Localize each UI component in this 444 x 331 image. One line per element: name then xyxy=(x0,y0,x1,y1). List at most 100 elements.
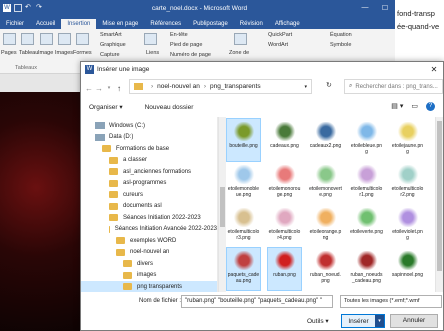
nav-tree-item[interactable]: Séances Initiation 2022-2023 xyxy=(81,212,217,223)
file-type-select[interactable]: Toutes les images (*.emf;*.wmf xyxy=(340,295,442,308)
nav-tree-item[interactable]: cureurs xyxy=(81,189,217,200)
file-grid[interactable]: bouteille.png cadeaux.png cadeaux2.png etoi… xyxy=(225,117,433,292)
tab-fichier[interactable]: Fichier xyxy=(0,19,31,29)
files-scrollbar-thumb[interactable] xyxy=(437,121,442,271)
organize-button[interactable]: Organiser ▾ xyxy=(89,103,123,111)
save-icon[interactable] xyxy=(14,4,22,12)
liens-button[interactable]: Liens xyxy=(146,50,159,56)
file-tile[interactable]: etoilebleue.png xyxy=(350,119,383,161)
smartart-button[interactable]: SmartArt xyxy=(100,32,122,38)
nav-tree-item[interactable]: a classer xyxy=(81,155,217,166)
search-input[interactable]: ⌕ Rechercher dans : png_trans... xyxy=(344,79,443,94)
links-icon[interactable] xyxy=(144,33,157,45)
cancel-button[interactable]: Annuler xyxy=(390,314,438,328)
capture-button[interactable]: Capture xyxy=(100,52,120,58)
table-icon[interactable] xyxy=(21,33,34,45)
dialog-close-button[interactable]: ✕ xyxy=(425,65,443,74)
preview-pane-icon[interactable]: ▭ xyxy=(411,102,418,111)
nav-tree-item[interactable]: noel-nouvel an xyxy=(81,247,217,258)
file-tile[interactable]: etoilemulticolor4.png xyxy=(268,205,301,247)
file-tile[interactable]: etoilemonobleue.png xyxy=(227,162,260,204)
nav-tree-item[interactable]: documents asl xyxy=(81,201,217,212)
entete-button[interactable]: En-tête xyxy=(170,32,188,38)
image-button[interactable]: Image xyxy=(38,50,53,56)
tab-affichage[interactable]: Affichage xyxy=(269,19,306,29)
nav-tree-item[interactable]: Data (D:) xyxy=(81,132,217,143)
file-tile[interactable]: etoilejaune.png xyxy=(391,119,424,161)
tab-publipostage[interactable]: Publipostage xyxy=(187,19,234,29)
nav-tree-item[interactable]: png transparents xyxy=(81,281,217,292)
file-tile[interactable]: cadeaux.png xyxy=(268,119,301,161)
tab-insertion[interactable]: Insertion xyxy=(61,19,97,29)
tab-revision[interactable]: Révision xyxy=(234,19,269,29)
file-tile[interactable]: etoilemonoverte.png xyxy=(309,162,342,204)
image-thumbnail-icon xyxy=(396,122,419,141)
images-button[interactable]: Images xyxy=(55,50,73,56)
help-icon[interactable]: ? xyxy=(426,102,435,111)
file-tile[interactable]: etoileverte.png xyxy=(350,205,383,247)
file-tile[interactable]: ruban.png xyxy=(267,247,302,291)
image-icon[interactable] xyxy=(40,33,53,45)
nav-tree-item[interactable]: divers xyxy=(81,258,217,269)
insert-button[interactable]: Insérer ▾ xyxy=(341,314,385,328)
maximize-button[interactable]: ☐ xyxy=(375,4,395,12)
online-images-icon[interactable] xyxy=(58,33,71,45)
file-tile[interactable]: etoileorange.png xyxy=(309,205,342,247)
nav-tree-item[interactable]: images xyxy=(81,270,217,281)
redo-icon[interactable]: ↷ xyxy=(36,4,44,12)
zone-texte-button[interactable]: Zone de xyxy=(229,50,249,56)
pages-icon[interactable] xyxy=(3,33,16,45)
nav-tree-item[interactable]: Formations de base xyxy=(81,143,217,154)
file-tile[interactable]: etoilemulticolor3.png xyxy=(227,205,260,247)
tab-accueil[interactable]: Accueil xyxy=(30,19,61,29)
back-arrow-icon[interactable]: ← xyxy=(84,84,94,93)
file-tile[interactable]: etoilemonorouge.png xyxy=(268,162,301,204)
refresh-icon[interactable]: ↻ xyxy=(326,81,332,89)
files-scrollbar[interactable] xyxy=(435,117,443,292)
symbole-button[interactable]: Symbole xyxy=(330,42,351,48)
file-tile[interactable]: etoilemulticolor1.png xyxy=(350,162,383,204)
graphique-button[interactable]: Graphique xyxy=(100,42,126,48)
quickpart-button[interactable]: QuickPart xyxy=(268,32,292,38)
file-tile[interactable]: bouteille.png xyxy=(226,118,261,162)
nav-tree-item[interactable]: asl-programmes xyxy=(81,178,217,189)
nav-tree-item[interactable]: asl_anciennes formations xyxy=(81,166,217,177)
new-folder-button[interactable]: Nouveau dossier xyxy=(145,104,194,111)
file-name: ruban_noeuds_cadeau.png xyxy=(350,272,383,284)
tab-references[interactable]: Références xyxy=(144,19,187,29)
file-tile[interactable]: paquets_cadeau.png xyxy=(226,247,261,291)
tab-mise-en-page[interactable]: Mise en page xyxy=(96,19,144,29)
view-options-icon[interactable]: ▤ ▾ xyxy=(391,102,403,111)
breadcrumb[interactable]: › noel-nouvel an › png_transparents ▾ xyxy=(129,79,312,94)
minimize-button[interactable]: — xyxy=(355,4,375,12)
forward-arrow-icon[interactable]: → xyxy=(94,84,104,93)
recent-dropdown-icon[interactable]: ▾ xyxy=(104,85,114,91)
nav-tree-item[interactable]: Séances Initiation Avancée 2022-2023 xyxy=(81,224,217,235)
file-tile[interactable]: ruban_noeud.png xyxy=(309,248,342,290)
insert-dropdown-icon[interactable]: ▾ xyxy=(375,315,384,327)
file-tile[interactable]: sapinnoel.png xyxy=(391,248,424,290)
undo-icon[interactable]: ↶ xyxy=(25,4,33,12)
navigation-pane[interactable]: Windows (C:) Data (D:) Formations de base a… xyxy=(81,117,218,292)
breadcrumb-item[interactable]: png_transparents xyxy=(210,83,261,90)
wordart-button[interactable]: WordArt xyxy=(268,42,288,48)
breadcrumb-item[interactable]: noel-nouvel an xyxy=(157,83,200,90)
pied-de-page-button[interactable]: Pied de page xyxy=(170,42,202,48)
nav-tree-item[interactable]: exemples WORD xyxy=(81,235,217,246)
filename-input[interactable]: "ruban.png" "bouteille.png" "paquets_cad… xyxy=(181,295,333,308)
tools-button[interactable]: Outils ▾ xyxy=(307,317,329,325)
pages-button[interactable]: Pages xyxy=(1,50,17,56)
text-box-icon[interactable] xyxy=(234,33,247,45)
tableau-button[interactable]: Tableau xyxy=(19,50,38,56)
file-tile[interactable]: ruban_noeuds_cadeau.png xyxy=(350,248,383,290)
file-tile[interactable]: etoileviolet.png xyxy=(391,205,424,247)
up-arrow-icon[interactable]: ↑ xyxy=(114,84,124,93)
formes-button[interactable]: Formes xyxy=(73,50,92,56)
file-tile[interactable]: etoilemulticolor2.png xyxy=(391,162,424,204)
breadcrumb-dropdown-icon[interactable]: ▾ xyxy=(304,84,307,90)
nav-tree-item[interactable]: Windows (C:) xyxy=(81,120,217,131)
file-tile[interactable]: cadeaux2.png xyxy=(309,119,342,161)
equation-button[interactable]: Équation xyxy=(330,32,352,38)
shapes-icon[interactable] xyxy=(76,33,89,45)
numero-page-button[interactable]: Numéro de page xyxy=(170,52,211,58)
